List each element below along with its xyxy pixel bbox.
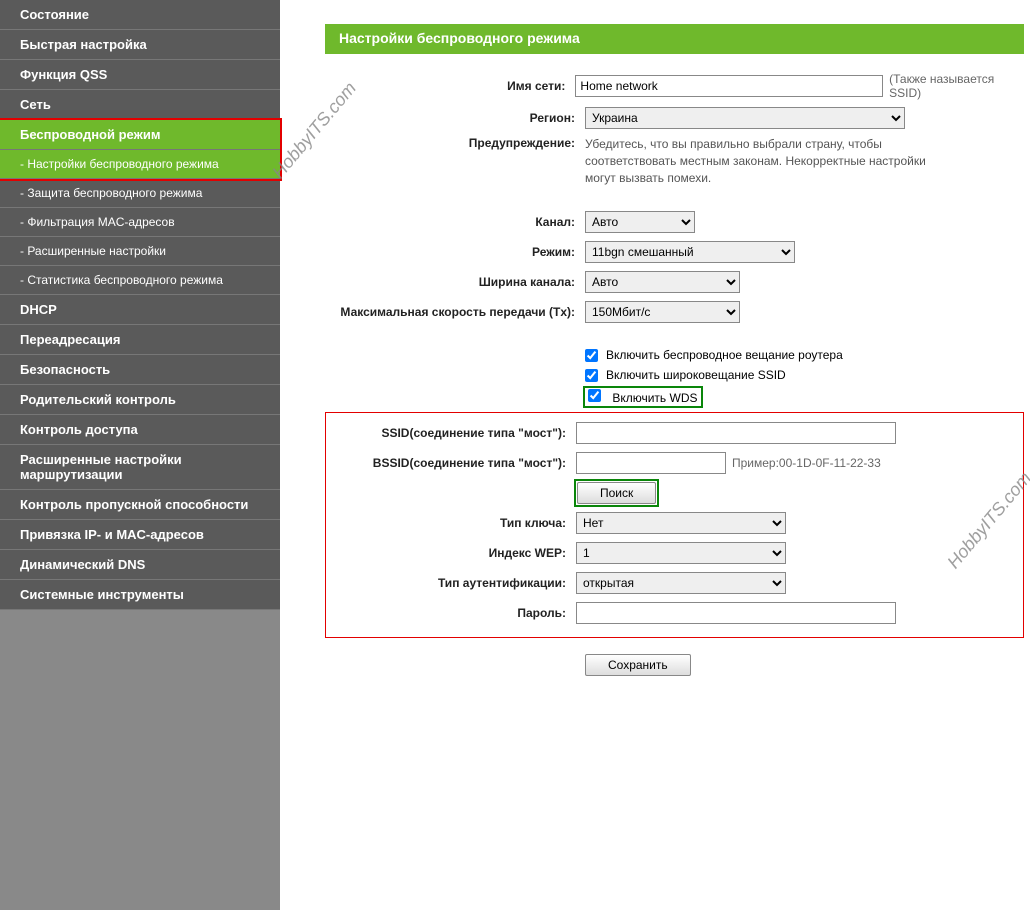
menu-status[interactable]: Состояние [0,0,280,30]
submenu-wireless-settings[interactable]: - Настройки беспроводного режима [0,150,280,179]
menu-dhcp[interactable]: DHCP [0,295,280,325]
enable-wireless-checkbox[interactable] [585,349,598,362]
label-bridge-bssid: BSSID(соединение типа "мост"): [332,456,576,470]
sidebar-fill [0,610,280,910]
submenu-mac-filter[interactable]: - Фильтрация MAC-адресов [0,208,280,237]
label-password: Пароль: [332,606,576,620]
label-channel: Канал: [325,215,585,229]
label-warning: Предупреждение: [325,136,585,150]
menu-forwarding[interactable]: Переадресация [0,325,280,355]
menu-wireless[interactable]: Беспроводной режим [0,120,280,150]
menu-qss[interactable]: Функция QSS [0,60,280,90]
submenu-stats[interactable]: - Статистика беспроводного режима [0,266,280,295]
bridge-ssid-input[interactable] [576,422,896,444]
submenu-wireless-security[interactable]: - Защита беспроводного режима [0,179,280,208]
submenu-advanced[interactable]: - Расширенные настройки [0,237,280,266]
txrate-select[interactable]: 150Мбит/с [585,301,740,323]
label-ssid: Имя сети: [325,79,575,93]
page-title: Настройки беспроводного режима [325,24,1024,52]
wepindex-select[interactable]: 1 [576,542,786,564]
bssid-hint: Пример:00-1D-0F-11-22-33 [732,456,881,470]
channel-select[interactable]: Авто [585,211,695,233]
label-width: Ширина канала: [325,275,585,289]
width-select[interactable]: Авто [585,271,740,293]
content-panel: Настройки беспроводного режима Имя сети:… [280,0,1030,910]
menu-quick-setup[interactable]: Быстрая настройка [0,30,280,60]
ssid-hint: (Также называется SSID) [889,72,1024,100]
sidebar: Состояние Быстрая настройка Функция QSS … [0,0,280,910]
mode-select[interactable]: 11bgn смешанный [585,241,795,263]
label-wepindex: Индекс WEP: [332,546,576,560]
menu-ip-mac-binding[interactable]: Привязка IP- и MAC-адресов [0,520,280,550]
label-authtype: Тип аутентификации: [332,576,576,590]
enable-wireless-label: Включить беспроводное вещание роутера [606,348,843,362]
authtype-select[interactable]: открытая [576,572,786,594]
warning-text: Убедитесь, что вы правильно выбрали стра… [585,136,945,186]
menu-parental[interactable]: Родительский контроль [0,385,280,415]
menu-security[interactable]: Безопасность [0,355,280,385]
wds-section: SSID(соединение типа "мост"): BSSID(соед… [325,412,1024,638]
bridge-bssid-input[interactable] [576,452,726,474]
menu-bandwidth[interactable]: Контроль пропускной способности [0,490,280,520]
enable-ssid-broadcast-label: Включить широковещание SSID [606,368,786,382]
enable-ssid-broadcast-checkbox[interactable] [585,369,598,382]
menu-system-tools[interactable]: Системные инструменты [0,580,280,610]
menu-network[interactable]: Сеть [0,90,280,120]
label-bridge-ssid: SSID(соединение типа "мост"): [332,426,576,440]
search-button[interactable]: Поиск [577,482,656,504]
password-input[interactable] [576,602,896,624]
keytype-select[interactable]: Нет [576,512,786,534]
menu-routing[interactable]: Расширенные настройки маршрутизации [0,445,280,490]
label-keytype: Тип ключа: [332,516,576,530]
save-button[interactable]: Сохранить [585,654,691,676]
ssid-input[interactable] [575,75,883,97]
label-region: Регион: [325,111,585,125]
enable-wds-label: Включить WDS [612,391,697,405]
label-mode: Режим: [325,245,585,259]
region-select[interactable]: Украина [585,107,905,129]
label-txrate: Максимальная скорость передачи (Tx): [325,305,585,319]
menu-ddns[interactable]: Динамический DNS [0,550,280,580]
enable-wds-checkbox[interactable] [588,389,601,402]
menu-access-control[interactable]: Контроль доступа [0,415,280,445]
